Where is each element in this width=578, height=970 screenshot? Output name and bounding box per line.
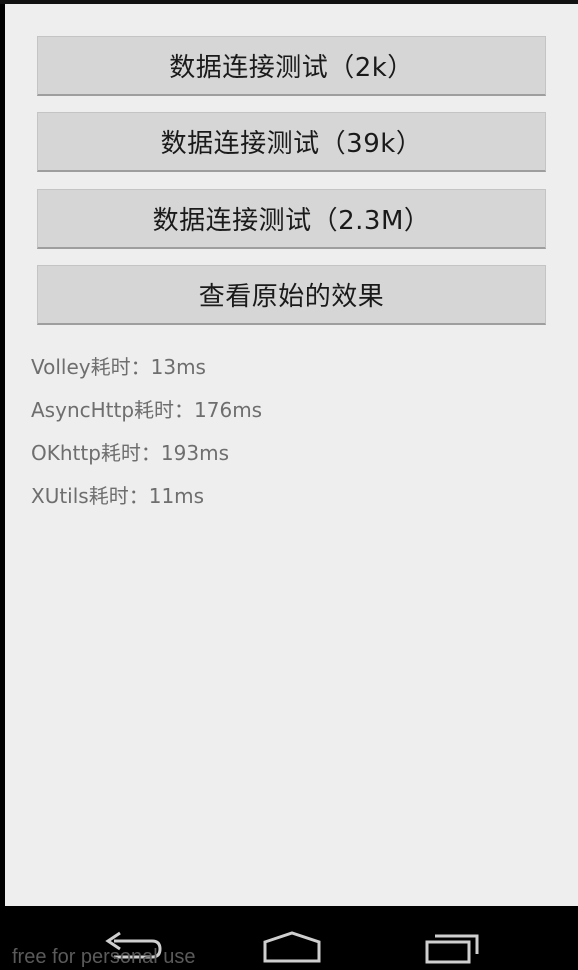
test-39k-button[interactable]: 数据连接测试（39k） [37,112,546,172]
app-content: 数据连接测试（2k） 数据连接测试（39k） 数据连接测试（2.3M） 查看原始… [5,4,578,906]
volley-time-label: Volley耗时：13ms [31,355,206,379]
phone-screen: 数据连接测试（2k） 数据连接测试（39k） 数据连接测试（2.3M） 查看原始… [0,0,578,970]
watermark-text: free for personal use [12,946,196,968]
asynchttp-time-label: AsyncHttp耗时：176ms [31,398,263,422]
view-original-button[interactable]: 查看原始的效果 [37,265,546,325]
test-2-3m-button[interactable]: 数据连接测试（2.3M） [37,189,546,249]
okhttp-time-label: OKhttp耗时：193ms [31,441,229,465]
xutils-time-label: XUtils耗时：11ms [31,484,205,508]
recent-apps-icon[interactable] [424,930,482,964]
test-2k-button[interactable]: 数据连接测试（2k） [37,36,546,96]
home-icon[interactable] [262,930,322,964]
